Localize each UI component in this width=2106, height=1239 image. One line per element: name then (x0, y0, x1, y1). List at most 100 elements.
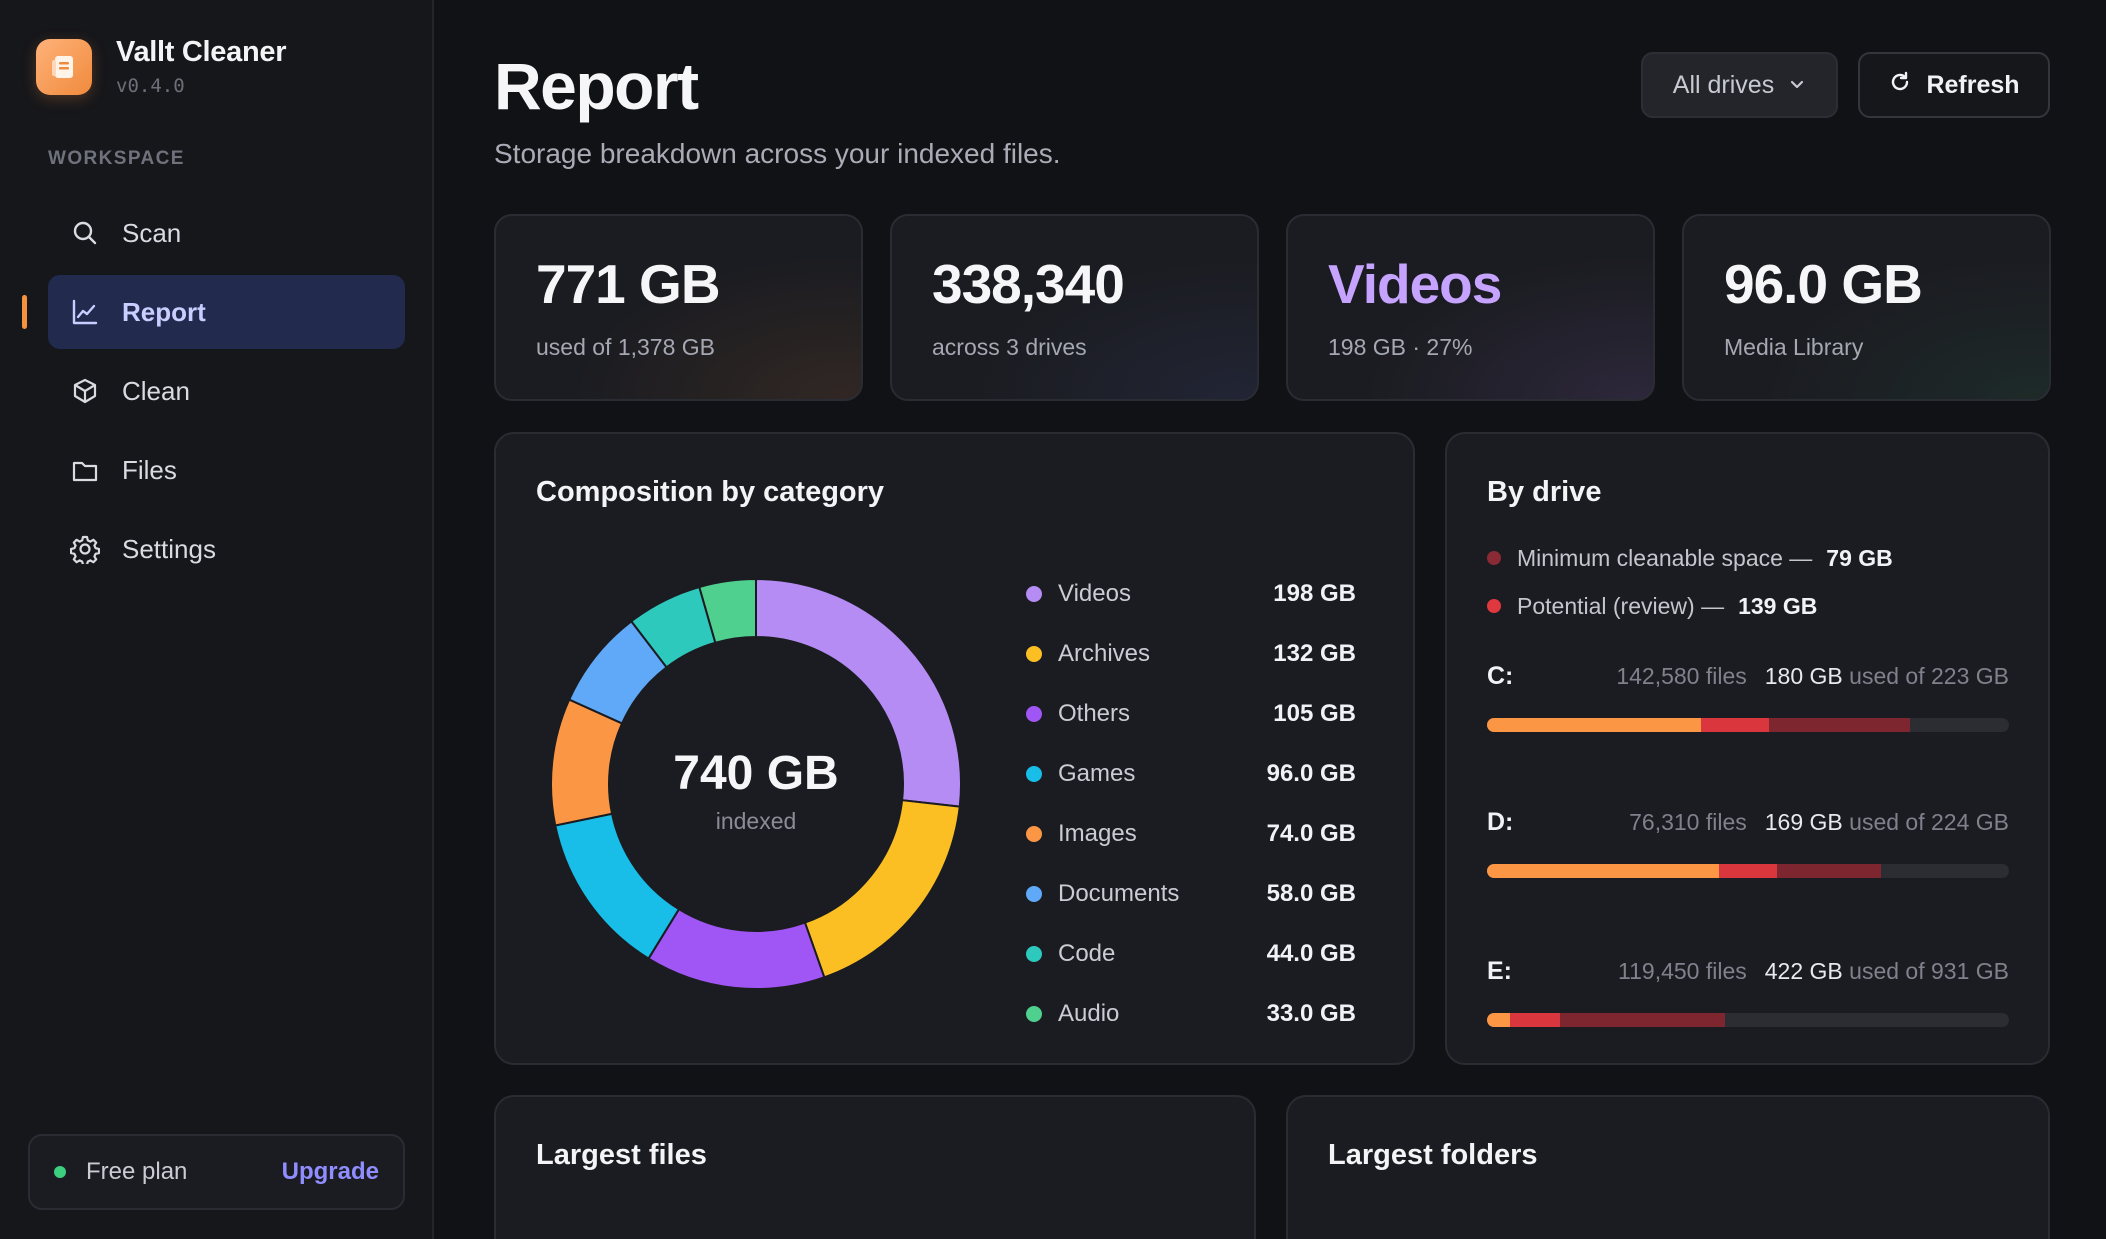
legend-label: Others (1058, 700, 1131, 727)
composition-title: Composition by category (536, 476, 885, 508)
chart-legend: Videos 198 GB Archives 132 GB Others 105 GB Ga… (1026, 564, 1356, 1044)
donut-slice-games[interactable] (554, 812, 681, 960)
refresh-icon (1888, 70, 1912, 101)
legend-dot (1026, 586, 1042, 602)
used-segment (1487, 1013, 1511, 1027)
drive-files: 142,580 files (1616, 663, 1747, 689)
cube-icon (70, 376, 100, 406)
legend-value: 105 GB (1273, 700, 1356, 727)
stat-card-used: 771 GB used of 1,378 GB (494, 214, 863, 401)
legend-value: 33.0 GB (1266, 1000, 1356, 1027)
chart-line-icon (70, 297, 100, 327)
refresh-label: Refresh (1926, 70, 2020, 99)
legend-value: 139 GB (1738, 592, 1818, 619)
legend-item: Others 105 GB (1026, 684, 1356, 744)
drive-meta: 142,580 files 180 GB used of 223 GB (1616, 663, 2009, 690)
drive-total: used of 223 GB (1849, 663, 2009, 689)
legend-dot (1026, 886, 1042, 902)
legend-min-cleanable: Minimum cleanable space — 79 GB (1487, 534, 1893, 582)
stat-card-largest-folder: 96.0 GB Media Library (1682, 214, 2051, 401)
sidebar-item-report[interactable]: Report (22, 275, 405, 349)
sidebar-item-settings[interactable]: Settings (48, 512, 405, 586)
legend-item: Code 44.0 GB (1026, 924, 1356, 984)
legend-item: Videos 198 GB (1026, 564, 1356, 624)
legend-dot (1026, 826, 1042, 842)
main-content: Report Storage breakdown across your ind… (434, 0, 2106, 1239)
legend-label: Videos (1058, 580, 1131, 607)
legend-dot (1487, 599, 1501, 613)
largest-folders-card: Largest folders (1286, 1095, 2050, 1239)
drive-total: used of 931 GB (1849, 958, 2009, 984)
upgrade-link[interactable]: Upgrade (282, 1158, 379, 1186)
app-name: Vallt Cleaner (116, 36, 287, 68)
drive-files: 76,310 files (1629, 809, 1747, 835)
potential-segment (1719, 864, 1777, 878)
drive-legend: Minimum cleanable space — 79 GB Potentia… (1487, 534, 1893, 630)
search-icon (70, 218, 100, 248)
drive-letter: E: (1487, 957, 1512, 985)
drive-usage-bar (1487, 864, 2009, 878)
stat-card-top-category: Videos 198 GB · 27% (1286, 214, 1655, 401)
donut-slice-others[interactable] (647, 907, 826, 990)
legend-dot (1026, 706, 1042, 722)
legend-label: Images (1058, 820, 1137, 847)
legend-label: Documents (1058, 880, 1180, 907)
drive-letter: C: (1487, 662, 1514, 690)
min-cleanable-segment (1768, 718, 1910, 732)
composition-card: Composition by category 740 GB indexed V… (494, 432, 1415, 1065)
stat-sub: across 3 drives (932, 334, 1087, 360)
legend-item: Images 74.0 GB (1026, 804, 1356, 864)
drive-letter: D: (1487, 808, 1514, 836)
stat-sub: Media Library (1724, 334, 1864, 360)
drive-row-e: E: 119,450 files 422 GB used of 931 GB (1487, 957, 2009, 1027)
by-drive-card: By drive Minimum cleanable space — 79 GB… (1445, 432, 2050, 1065)
chevron-down-icon (1788, 71, 1806, 100)
largest-files-card: Largest files (494, 1095, 1256, 1239)
stat-card-files: 338,340 across 3 drives (890, 214, 1259, 401)
drive-used: 169 GB (1764, 809, 1843, 835)
legend-value: 79 GB (1826, 544, 1893, 571)
drive-row-d: D: 76,310 files 169 GB used of 224 GB (1487, 808, 2009, 878)
potential-segment (1701, 718, 1769, 732)
sidebar-nav: Scan Report Clean Files Settings (22, 196, 405, 591)
legend-item: Documents 58.0 GB (1026, 864, 1356, 924)
sidebar-item-label: Settings (122, 533, 216, 564)
by-drive-title: By drive (1487, 476, 1602, 508)
sidebar-item-files[interactable]: Files (48, 433, 405, 507)
drive-select[interactable]: All drives (1641, 52, 1838, 118)
drive-select-value: All drives (1672, 70, 1775, 99)
legend-dot (1026, 646, 1042, 662)
folder-icon (70, 455, 100, 485)
sidebar-item-label: Scan (122, 217, 182, 248)
drive-total: used of 224 GB (1849, 809, 2009, 835)
stat-value: 771 GB (536, 253, 721, 315)
drive-row-c: C: 142,580 files 180 GB used of 223 GB (1487, 662, 2009, 732)
legend-label: Code (1058, 940, 1116, 967)
brand: Vallt Cleaner v0.4.0 (36, 36, 286, 97)
legend-label: Audio (1058, 1000, 1120, 1027)
legend-item: Audio 33.0 GB (1026, 984, 1356, 1044)
legend-label: Games (1058, 760, 1136, 787)
stat-value: 96.0 GB (1724, 253, 1923, 315)
stat-sub: 198 GB · 27% (1328, 334, 1473, 360)
refresh-button[interactable]: Refresh (1858, 52, 2050, 118)
stat-value: Videos (1328, 253, 1502, 315)
legend-label: Archives (1058, 640, 1151, 667)
drive-used: 422 GB (1764, 958, 1843, 984)
legend-label: Minimum cleanable space — (1517, 544, 1813, 571)
used-segment (1487, 718, 1702, 732)
drive-used: 180 GB (1764, 663, 1843, 689)
sidebar-item-clean[interactable]: Clean (48, 354, 405, 428)
gear-icon (70, 534, 100, 564)
drive-meta: 119,450 files 422 GB used of 931 GB (1618, 958, 2009, 985)
legend-value: 58.0 GB (1266, 880, 1356, 907)
plan-label: Free plan (86, 1158, 188, 1185)
drive-meta: 76,310 files 169 GB used of 224 GB (1629, 809, 2009, 836)
legend-potential: Potential (review) — 139 GB (1487, 582, 1893, 630)
sidebar-item-scan[interactable]: Scan (48, 196, 405, 270)
legend-value: 74.0 GB (1266, 820, 1356, 847)
page-subtitle: Storage breakdown across your indexed fi… (494, 138, 1061, 169)
min-cleanable-segment (1776, 864, 1882, 878)
app-logo-icon (36, 38, 92, 95)
donut-center-label: indexed (715, 808, 797, 834)
